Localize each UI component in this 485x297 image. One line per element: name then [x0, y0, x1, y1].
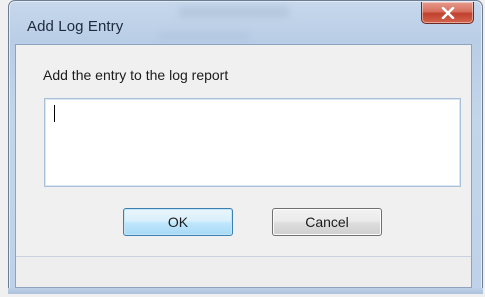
close-button[interactable] [421, 2, 474, 24]
log-entry-input[interactable] [44, 98, 461, 187]
dialog-window: Add Log Entry Add the entry to the log r… [0, 0, 485, 297]
entry-prompt-label: Add the entry to the log report [43, 67, 229, 83]
window-bottom-edge [8, 288, 483, 294]
text-caret [54, 105, 55, 122]
window-title: Add Log Entry [27, 18, 124, 35]
dialog-footer [16, 257, 471, 287]
dialog-body: Add the entry to the log report OK Cance… [15, 44, 472, 288]
ok-button[interactable]: OK [123, 208, 233, 236]
close-icon [441, 6, 455, 19]
cancel-button[interactable]: Cancel [272, 208, 382, 236]
title-bar[interactable]: Add Log Entry [9, 1, 482, 41]
